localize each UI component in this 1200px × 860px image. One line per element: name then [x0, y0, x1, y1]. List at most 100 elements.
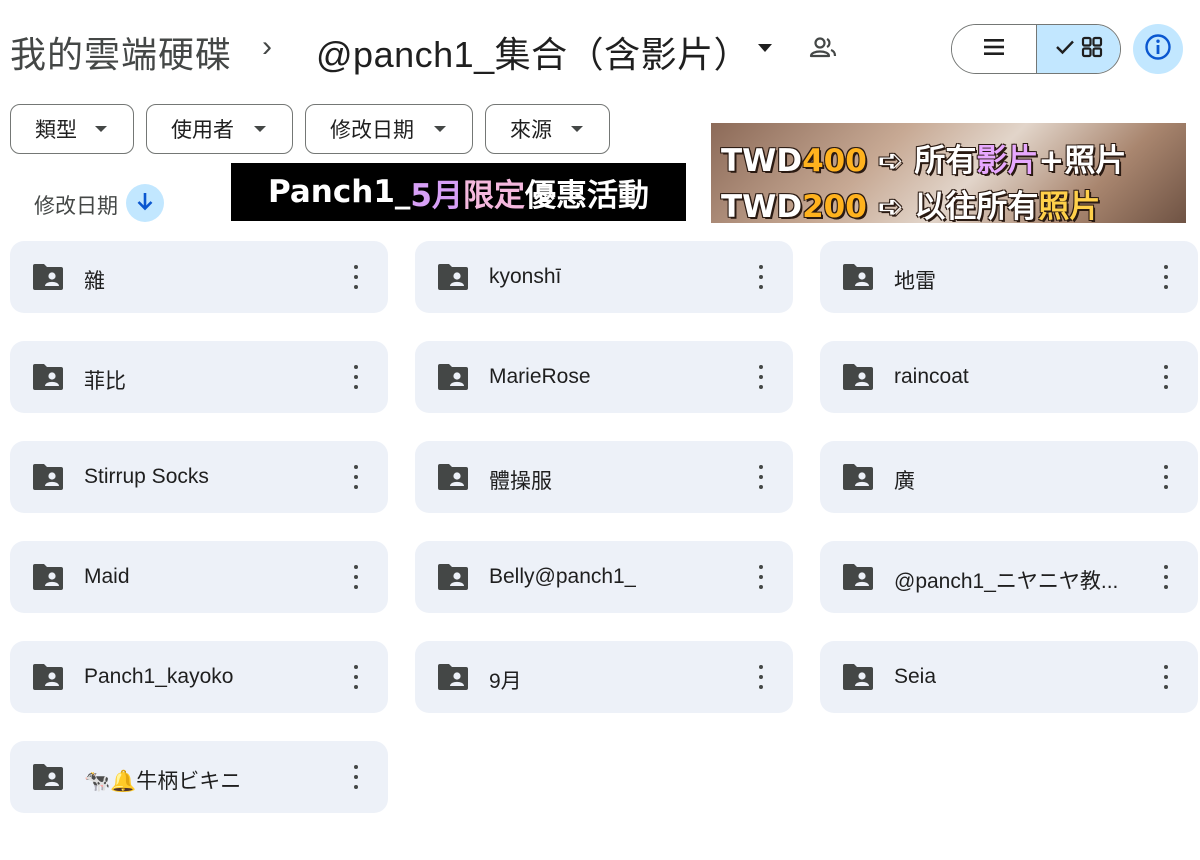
arrow-drop-down-icon[interactable]: [752, 33, 778, 63]
folder-card[interactable]: kyonshī: [415, 241, 793, 313]
drive-header: 我的雲端硬碟 › @panch1_集合（含影片）: [0, 0, 1200, 100]
chevron-down-icon: [254, 126, 266, 132]
chevron-down-icon: [571, 126, 583, 132]
folder-card[interactable]: MarieRose: [415, 341, 793, 413]
folder-card[interactable]: 菲比: [10, 341, 388, 413]
filter-people-label: 使用者: [171, 119, 234, 142]
more-vertical-icon[interactable]: [751, 463, 771, 491]
shared-folder-icon: [32, 363, 64, 391]
folder-name: 9月: [489, 670, 522, 693]
more-vertical-icon[interactable]: [751, 363, 771, 391]
price-line-2: TWD200 ➪ 以往所有照片: [721, 181, 1100, 223]
breadcrumb-current-folder[interactable]: @panch1_集合（含影片）: [316, 26, 750, 78]
promo-banner: Panch1_ 5月 限定 優惠活動: [231, 163, 686, 221]
filter-source[interactable]: 來源: [485, 104, 610, 154]
folder-card[interactable]: @panch1_ニヤニヤ教...: [820, 541, 1198, 613]
folder-name: MarieRose: [489, 365, 591, 388]
folder-name: raincoat: [894, 365, 969, 388]
price-text: 以往所有: [914, 189, 1039, 223]
folder-card[interactable]: 地雷: [820, 241, 1198, 313]
folder-name: Maid: [84, 565, 130, 588]
more-vertical-icon[interactable]: [751, 563, 771, 591]
price-text: 所有: [914, 143, 977, 179]
more-vertical-icon[interactable]: [346, 463, 366, 491]
shared-folder-icon: [437, 563, 469, 591]
folder-name: @panch1_ニヤニヤ教...: [894, 570, 1119, 593]
folder-card[interactable]: Maid: [10, 541, 388, 613]
folder-name: 菲比: [84, 370, 126, 393]
more-vertical-icon[interactable]: [751, 663, 771, 691]
folder-name: 廣: [894, 470, 915, 493]
filter-source-label: 來源: [510, 119, 552, 142]
sort-label[interactable]: 修改日期: [34, 190, 118, 220]
folder-card[interactable]: Belly@panch1_: [415, 541, 793, 613]
shared-folder-icon: [842, 563, 874, 591]
more-vertical-icon[interactable]: [751, 263, 771, 291]
filter-type-label: 類型: [35, 119, 77, 142]
shared-folder-icon: [437, 463, 469, 491]
more-vertical-icon[interactable]: [1156, 363, 1176, 391]
shared-folder-icon: [437, 663, 469, 691]
view-toggle: [951, 24, 1121, 74]
more-vertical-icon[interactable]: [1156, 263, 1176, 291]
arrow-icon: ➪: [866, 143, 915, 179]
price-amount: 200: [802, 189, 867, 223]
promo-banner-event: 優惠活動: [524, 177, 649, 214]
more-vertical-icon[interactable]: [1156, 463, 1176, 491]
sort-direction-button[interactable]: [126, 184, 164, 222]
filter-modified-label: 修改日期: [330, 119, 414, 142]
more-vertical-icon[interactable]: [346, 263, 366, 291]
filter-people[interactable]: 使用者: [146, 104, 293, 154]
folder-name: 體操服: [489, 470, 552, 493]
more-vertical-icon[interactable]: [1156, 663, 1176, 691]
more-vertical-icon[interactable]: [346, 363, 366, 391]
price-text-highlight: 影片: [976, 143, 1039, 179]
folder-name: Panch1_kayoko: [84, 665, 234, 688]
shared-people-icon[interactable]: [808, 33, 838, 63]
more-vertical-icon[interactable]: [346, 763, 366, 791]
folder-name: Belly@panch1_: [489, 565, 637, 588]
more-vertical-icon[interactable]: [346, 563, 366, 591]
info-icon: [1144, 33, 1172, 66]
chevron-down-icon: [434, 126, 446, 132]
shared-folder-icon: [437, 263, 469, 291]
shared-folder-icon: [32, 463, 64, 491]
arrow-downward-icon: [134, 190, 156, 217]
arrow-icon: ➪: [866, 189, 915, 223]
folder-card[interactable]: Stirrup Socks: [10, 441, 388, 513]
more-vertical-icon[interactable]: [1156, 563, 1176, 591]
more-vertical-icon[interactable]: [346, 663, 366, 691]
breadcrumb-separator: ›: [262, 30, 272, 63]
folder-card[interactable]: 雜: [10, 241, 388, 313]
shared-folder-icon: [842, 663, 874, 691]
list-view-button[interactable]: [952, 25, 1036, 73]
folder-name: 地雷: [894, 270, 936, 293]
price-currency: TWD: [721, 189, 803, 223]
shared-folder-icon: [842, 263, 874, 291]
folder-card[interactable]: 🐄🔔牛柄ビキニ: [10, 741, 388, 813]
shared-folder-icon: [842, 363, 874, 391]
price-line-1: TWD400 ➪ 所有影片+照片: [721, 135, 1126, 180]
chevron-down-icon: [95, 126, 107, 132]
folder-card[interactable]: Seia: [820, 641, 1198, 713]
filter-modified[interactable]: 修改日期: [305, 104, 473, 154]
folder-name: 🐄🔔牛柄ビキニ: [84, 770, 242, 793]
folder-card[interactable]: Panch1_kayoko: [10, 641, 388, 713]
check-icon: [1055, 39, 1075, 60]
promo-banner-text: Panch1_: [268, 174, 411, 210]
breadcrumb-root[interactable]: 我的雲端硬碟: [10, 26, 232, 78]
filter-type[interactable]: 類型: [10, 104, 134, 154]
folder-card[interactable]: 9月: [415, 641, 793, 713]
folder-card[interactable]: 廣: [820, 441, 1198, 513]
shared-folder-icon: [32, 763, 64, 791]
info-button[interactable]: [1133, 24, 1183, 74]
shared-folder-icon: [842, 463, 874, 491]
folder-name: Stirrup Socks: [84, 465, 209, 488]
shared-folder-icon: [32, 563, 64, 591]
grid-view-button[interactable]: [1036, 25, 1120, 73]
folder-name: Seia: [894, 665, 937, 688]
price-amount: 400: [802, 143, 867, 179]
folder-card[interactable]: raincoat: [820, 341, 1198, 413]
folder-card[interactable]: 體操服: [415, 441, 793, 513]
list-view-icon: [982, 37, 1006, 62]
